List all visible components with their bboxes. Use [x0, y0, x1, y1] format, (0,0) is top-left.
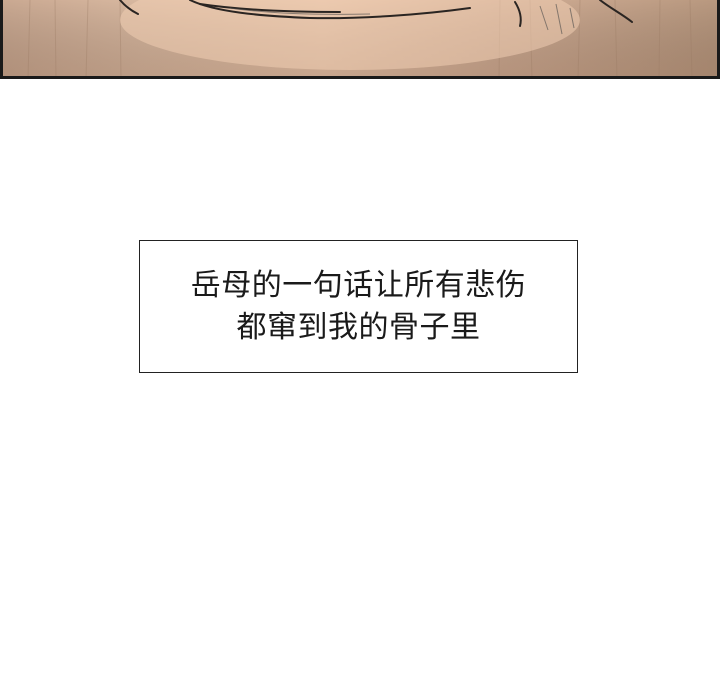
comic-panel-top: [0, 0, 720, 79]
caption-line-2: 都窜到我的骨子里: [236, 309, 481, 345]
caption-line-1: 岳母的一句话让所有悲伤: [190, 267, 527, 303]
caption-box: 岳母的一句话让所有悲伤 都窜到我的骨子里: [139, 240, 578, 373]
